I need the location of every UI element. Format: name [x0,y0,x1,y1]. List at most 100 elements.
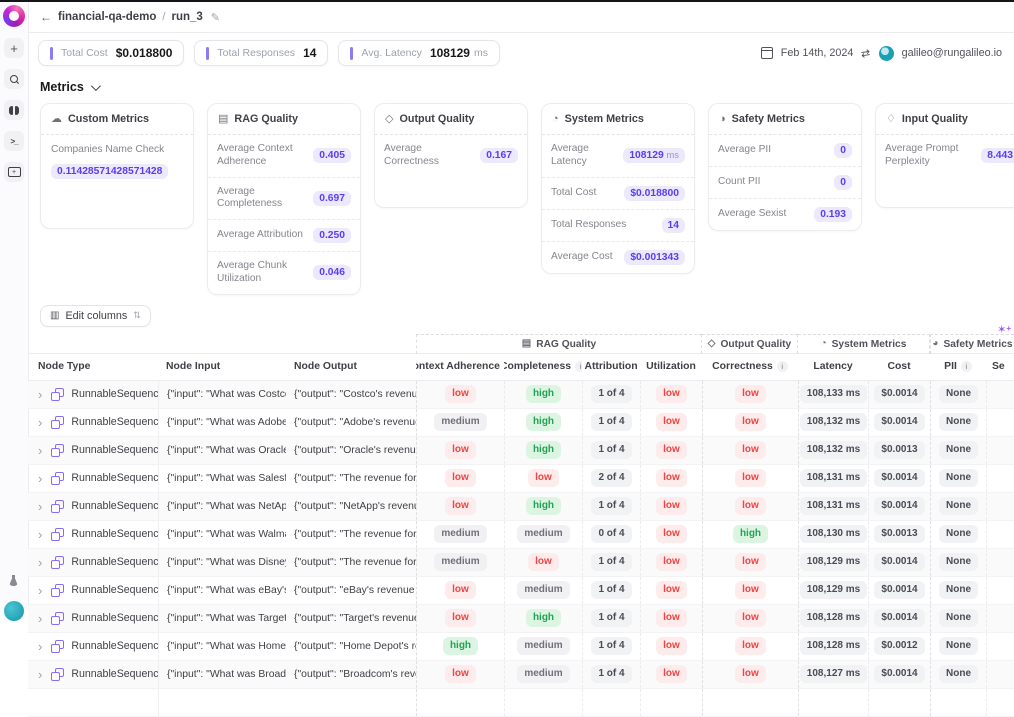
table-row[interactable]: › RunnableSequence {"input": "What was N… [28,493,1014,521]
row-expand-chevron[interactable]: › [38,584,42,597]
node-input-cell[interactable]: {"input": "What was Costco's re... [158,381,286,408]
col-completeness[interactable]: Completenessi [504,354,582,380]
table-row[interactable]: › RunnableSequence {"input": "What was C… [28,381,1014,409]
col-sexist[interactable]: Se [986,354,1014,380]
node-output-cell[interactable]: {"output": "Oracle's revenue in ... [286,437,416,464]
node-input-cell[interactable]: {"input": "What was Target's re... [158,605,286,632]
node-input-cell[interactable]: {"input": "What was Adobe's re... [158,409,286,436]
compare-button[interactable] [4,100,24,120]
node-output-cell[interactable]: {"output": "The revenue for Wal... [286,521,416,548]
node-output-cell[interactable]: {"output": "The revenue for Sal... [286,465,416,492]
row-expand-chevron[interactable]: › [38,528,42,541]
row-expand-chevron[interactable]: › [38,472,42,485]
col-correctness[interactable]: Correctnessi [702,354,798,380]
plus-icon: + [10,41,18,56]
latency-cell: 108,132 ms [798,437,868,464]
value-pill: low [656,637,687,655]
node-input-cell[interactable]: {"input": "What was Salesforce'... [158,465,286,492]
context-adherence-cell: medium [416,521,504,548]
context-adherence-cell: medium [416,549,504,576]
table-row[interactable]: › RunnableSequence {"input": "What was H… [28,633,1014,661]
value-pill: high [526,413,561,431]
node-output-cell[interactable] [286,689,416,716]
node-input-cell[interactable]: {"input": "What was NetApp's r... [158,493,286,520]
user-email[interactable]: galileo@rungalileo.io [902,47,1002,59]
compare-runs-icon[interactable]: ⇄ [861,46,872,60]
row-expand-chevron[interactable]: › [38,556,42,569]
col-node-output[interactable]: Node Output [286,354,416,380]
value-pill: low [656,413,687,431]
monitor-button[interactable]: + [4,162,24,182]
add-metrics-sparkle-button[interactable]: ✶+ [997,325,1011,336]
context-adherence-cell: low [416,437,504,464]
row-expand-chevron[interactable]: › [38,500,42,513]
row-expand-chevron[interactable]: › [38,416,42,429]
table-row[interactable]: › RunnableSequence {"input": "What was e… [28,577,1014,605]
col-node-input[interactable]: Node Input [158,354,286,380]
row-expand-chevron[interactable]: › [38,612,42,625]
table-row[interactable]: › RunnableSequence {"input": "What was D… [28,549,1014,577]
flask-icon[interactable] [8,575,20,587]
col-cost[interactable]: Cost [868,354,930,380]
row-expand-chevron[interactable]: › [38,444,42,457]
col-pii[interactable]: PIIi [930,354,986,380]
row-expand-chevron[interactable]: › [38,668,42,681]
node-output-cell[interactable]: {"output": "Target's revenue in ... [286,605,416,632]
value-pill: low [656,581,687,599]
info-icon[interactable]: i [777,361,788,372]
edit-run-name-icon[interactable]: ✎ [211,11,220,24]
col-attribution[interactable]: Attribution [582,354,640,380]
row-expand-chevron[interactable]: › [38,640,42,653]
node-input-cell[interactable]: {"input": "What was Walmart's r... [158,521,286,548]
completeness-cell [504,689,582,716]
col-context-adherence[interactable]: Context Adherencei [416,354,504,380]
node-output-cell[interactable]: {"output": "eBay's revenue in Q... [286,577,416,604]
table-row[interactable]: › RunnableSequence {"input": "What was O… [28,437,1014,465]
table-row[interactable] [28,689,1014,717]
value-pill: 108,129 ms [800,581,867,599]
galileo-logo[interactable] [3,5,25,27]
node-output-cell[interactable]: {"output": "The revenue for Dis... [286,549,416,576]
user-avatar[interactable] [879,46,894,61]
completeness-cell: low [504,465,582,492]
info-icon[interactable]: i [575,361,582,372]
table-row[interactable]: › RunnableSequence {"input": "What was S… [28,465,1014,493]
metric-row: Average PII 0 [709,135,861,167]
table-row[interactable]: › RunnableSequence {"input": "What was A… [28,409,1014,437]
table-row[interactable]: › RunnableSequence {"input": "What was W… [28,521,1014,549]
col-utilization[interactable]: Utilization [640,354,702,380]
node-input-cell[interactable]: {"input": "What was Disney's re... [158,549,286,576]
new-project-button[interactable]: + [4,38,24,58]
metric-card: ◑ Safety Metrics Average PII 0 Count PII… [708,103,862,231]
search-button[interactable] [4,69,24,89]
row-expand-chevron[interactable]: › [38,388,42,401]
back-arrow-icon[interactable]: ← [40,10,52,24]
console-button[interactable]: >_ [4,131,24,151]
search-icon [10,75,19,84]
table-row[interactable]: › RunnableSequence {"input": "What was T… [28,605,1014,633]
col-node-type[interactable]: Node Type [28,354,158,380]
utilization-cell: low [640,437,702,464]
node-output-cell[interactable]: {"output": "NetApp's revenue in... [286,493,416,520]
info-icon[interactable]: i [961,361,972,372]
node-input-cell[interactable]: {"input": "What was Oracle's re... [158,437,286,464]
sexist-cell [986,689,1014,716]
node-input-cell[interactable] [158,689,286,716]
runs-table: ▤ RAG Quality ◇ Output Quality ◔ System … [28,334,1014,717]
pii-cell: None [930,381,986,408]
node-input-cell[interactable]: {"input": "What was Home Dep... [158,633,286,660]
node-output-cell[interactable]: {"output": "Home Depot's reve... [286,633,416,660]
node-output-cell[interactable]: {"output": "Broadcom's revenu... [286,661,416,688]
col-latency[interactable]: Latency [798,354,868,380]
chevron-down-icon[interactable] [91,81,101,91]
node-input-cell[interactable]: {"input": "What was Broadcom'... [158,661,286,688]
sidebar-avatar[interactable] [4,601,24,621]
breadcrumb-project[interactable]: financial-qa-demo [58,11,156,23]
node-input-cell[interactable]: {"input": "What was eBay's rev... [158,577,286,604]
node-output-cell[interactable]: {"output": "Costco's revenue in ... [286,381,416,408]
metric-label: Average PII [718,144,771,157]
table-row[interactable]: › RunnableSequence {"input": "What was B… [28,661,1014,689]
node-output-cell[interactable]: {"output": "Adobe's revenue in ... [286,409,416,436]
value-pill: low [735,609,766,627]
edit-columns-button[interactable]: ▥ Edit columns ⇅ [40,305,151,327]
